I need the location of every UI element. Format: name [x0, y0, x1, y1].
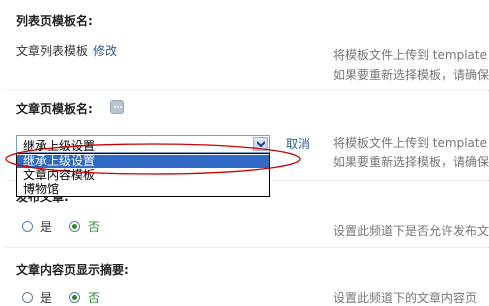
- list-template-hint-1: 将模板文件上传到 template: [333, 48, 487, 62]
- summary-label: 文章内容页显示摘要:: [16, 263, 129, 277]
- publish-yes-label: 是: [40, 220, 53, 234]
- divider: [4, 90, 489, 91]
- publish-hint: 设置此频道下是否允许发布文: [333, 224, 489, 238]
- help-icon[interactable]: [110, 100, 124, 114]
- article-template-hint-2: 如果要重新选择模板，请确保: [333, 155, 489, 169]
- summary-no-radio[interactable]: [69, 292, 80, 303]
- publish-no-radio[interactable]: [69, 221, 80, 232]
- article-template-hint-1: 将模板文件上传到 template: [333, 136, 487, 150]
- summary-yes-radio[interactable]: [22, 292, 33, 303]
- dropdown-option[interactable]: 博物馆: [17, 183, 269, 196]
- summary-yes-label: 是: [40, 291, 53, 305]
- annotation-ellipse: [5, 143, 301, 175]
- list-template-value: 文章列表模板: [16, 44, 89, 58]
- publish-yes-radio[interactable]: [22, 221, 33, 232]
- article-template-label: 文章页模板名:: [16, 102, 93, 116]
- summary-hint: 设置此频道下的文章内容页: [333, 291, 478, 305]
- list-template-hint-2: 如果要重新选择模板，请确保: [333, 68, 489, 82]
- divider: [4, 247, 489, 248]
- list-template-label: 列表页模板名:: [16, 14, 93, 28]
- list-template-edit-link[interactable]: 修改: [93, 42, 117, 59]
- publish-no-label: 否: [88, 220, 101, 234]
- summary-no-label: 否: [88, 291, 101, 305]
